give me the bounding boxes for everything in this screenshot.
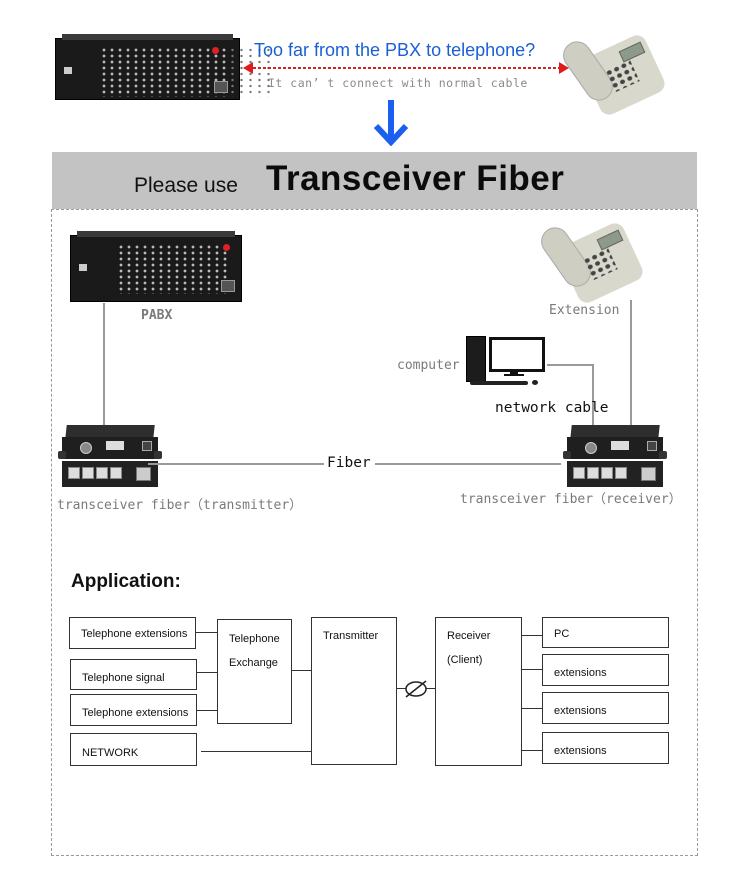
extension-cable: [630, 300, 632, 430]
fiber-cable-left: [148, 463, 324, 465]
arrow-down-icon: [373, 100, 409, 146]
input-box-text: Telephone signal: [82, 672, 165, 684]
pabx-label: PABX: [141, 308, 173, 323]
exchange-line1: Telephone: [229, 633, 280, 645]
pabx-cable: [103, 303, 105, 427]
input-box-text: Telephone extensions: [82, 707, 189, 719]
connector: [291, 670, 312, 672]
computer-label: computer: [397, 358, 460, 373]
receiver-line1: Receiver: [447, 630, 491, 642]
output-box: extensions: [542, 654, 669, 686]
network-cable-h: [547, 364, 594, 366]
output-box: PC: [542, 617, 669, 648]
receiver-box: Receiver (Client): [435, 617, 522, 766]
connector: [196, 710, 218, 712]
banner: Please use Transceiver Fiber: [52, 152, 697, 209]
input-box-text: Telephone extensions: [81, 628, 188, 640]
input-box: NETWORK: [70, 733, 197, 766]
network-cable-v: [592, 364, 594, 430]
output-box-text: PC: [554, 628, 570, 640]
output-box-text: extensions: [554, 705, 607, 717]
receiver-device-image: [563, 425, 667, 489]
connector: [201, 751, 312, 753]
pabx-image: [70, 231, 242, 302]
banner-product: Transceiver Fiber: [266, 159, 565, 198]
fiber-cable-right: [375, 463, 561, 465]
transmitter-device-image: [58, 425, 162, 489]
cable-note: It can’ t connect with normal cable: [268, 76, 528, 90]
exchange-line2: Exchange: [229, 657, 278, 669]
connector: [521, 635, 543, 637]
input-box: Telephone signal: [70, 659, 197, 690]
transmitter-text: Transmitter: [323, 630, 379, 642]
telephone-exchange-box: Telephone Exchange: [217, 619, 292, 724]
network-cable-label: network cable: [495, 400, 609, 416]
input-box-text: NETWORK: [82, 747, 139, 759]
connector: [521, 669, 543, 671]
telephone-image-top: [557, 30, 670, 120]
receiver-line2: (Client): [447, 654, 483, 666]
connector: [195, 632, 218, 634]
fiber-label: Fiber: [327, 455, 371, 471]
input-box: Telephone extensions: [70, 694, 197, 726]
computer-icon: [462, 334, 552, 390]
question-text: Too far from the PBX to telephone?: [254, 40, 536, 60]
application-title: Application:: [71, 571, 181, 592]
receiver-label: transceiver fiber（receiver）: [460, 492, 682, 507]
extension-telephone-image: [535, 218, 648, 308]
connector: [521, 750, 543, 752]
connector: [521, 708, 543, 710]
transmitter-box: Transmitter: [311, 617, 397, 765]
output-box-text: extensions: [554, 667, 607, 679]
extension-label: Extension: [549, 303, 620, 318]
banner-lead: Please use: [134, 174, 238, 197]
output-box-text: extensions: [554, 745, 607, 757]
output-box: extensions: [542, 732, 669, 764]
connector: [196, 672, 218, 674]
transmitter-label: transceiver fiber（transmitter）: [57, 498, 303, 513]
output-box: extensions: [542, 692, 669, 724]
double-arrow-icon: [243, 62, 569, 74]
fiber-optic-symbol-icon: [405, 680, 427, 698]
pbx-image-top: [55, 34, 274, 100]
input-box: Telephone extensions: [69, 617, 196, 649]
